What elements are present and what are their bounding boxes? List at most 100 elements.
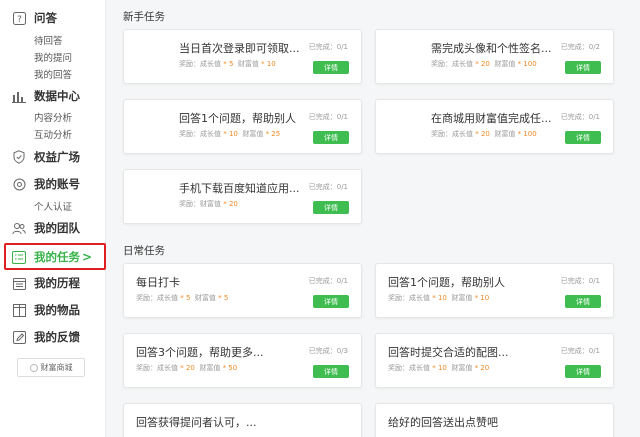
sidebar-item-my-history[interactable]: 我的历程 <box>0 271 106 295</box>
sidebar-item-qa[interactable]: ? 问答 <box>0 6 106 30</box>
reward-value: * 10 <box>261 60 276 68</box>
task-progress: 已完成：0/2 <box>560 43 600 51</box>
reward-name: 成长值 <box>409 294 430 302</box>
task-card: 回答1个问题，帮助别人 奖励：成长值 * 10 财富值 * 25 已完成：0/1… <box>123 99 362 154</box>
task-card: 回答时提交合适的配图... 奖励：成长值 * 10 财富值 * 20 已完成：0… <box>375 333 614 388</box>
sidebar-sub-my-questions[interactable]: 我的提问 <box>34 50 72 64</box>
task-card: 当日首次登录即可领取... 奖励：成长值 * 5 财富值 * 10 已完成：0/… <box>123 29 362 84</box>
reward-value: * 5 <box>180 294 191 302</box>
gear-icon <box>12 177 26 191</box>
sidebar-sub-personal-verification[interactable]: 个人认证 <box>34 199 72 213</box>
sidebar-item-my-tasks[interactable]: 我的任务 > <box>4 243 106 270</box>
sidebar-item-my-items[interactable]: 我的物品 <box>0 298 106 322</box>
reward-prefix: 奖励： <box>136 294 157 302</box>
task-title: 回答时提交合适的配图... <box>388 346 509 359</box>
reward-name: 成长值 <box>409 364 430 372</box>
sidebar-item-my-feedback[interactable]: 我的反馈 <box>0 325 106 349</box>
task-rewards: 奖励：成长值 * 5 财富值 * 10 <box>179 59 276 69</box>
box-icon <box>12 303 26 317</box>
reward-name: 财富值 <box>494 60 516 68</box>
sidebar-sub-pending-answers[interactable]: 待回答 <box>34 33 63 47</box>
task-title: 需完成头像和个性签名... <box>431 42 552 55</box>
task-details-button[interactable]: 详情 <box>313 295 349 308</box>
sidebar-item-label: 我的团队 <box>34 221 80 235</box>
question-icon: ? <box>12 11 26 25</box>
sidebar-item-label: 我的物品 <box>34 303 80 317</box>
task-title: 在商城用财富值完成任... <box>431 112 552 125</box>
task-rewards: 奖励：成长值 * 20 财富值 * 100 <box>431 129 537 139</box>
wealth-mall-button[interactable]: 财富商城 <box>17 358 85 377</box>
reward-prefix: 奖励： <box>431 130 452 138</box>
task-details-button[interactable]: 详情 <box>565 131 601 144</box>
reward-value: * 20 <box>475 60 490 68</box>
sidebar-item-label: 我的账号 <box>34 177 80 191</box>
task-rewards: 奖励：成长值 * 10 财富值 * 10 <box>388 293 489 303</box>
task-rewards: 奖励：成长值 * 20 财富值 * 100 <box>431 59 537 69</box>
task-details-button[interactable]: 详情 <box>565 365 601 378</box>
sidebar-sub-my-answers[interactable]: 我的回答 <box>34 67 72 81</box>
task-rewards: 奖励：成长值 * 10 财富值 * 20 <box>388 363 489 373</box>
sidebar-item-label: 问答 <box>34 11 57 25</box>
reward-value: * 25 <box>265 130 281 138</box>
reward-prefix: 奖励： <box>179 60 200 68</box>
section-title-daily-tasks: 日常任务 <box>123 245 165 257</box>
coin-icon <box>29 363 38 372</box>
svg-text:?: ? <box>17 15 22 25</box>
task-progress: 已完成：0/1 <box>560 347 600 355</box>
reward-name: 成长值 <box>452 60 473 68</box>
sidebar-item-my-account[interactable]: 我的账号 <box>0 172 106 196</box>
reward-name: 财富值 <box>237 60 259 68</box>
task-details-button[interactable]: 详情 <box>565 61 601 74</box>
task-card: 每日打卡 奖励：成长值 * 5 财富值 * 5 已完成：0/1 详情 <box>123 263 362 318</box>
task-card: 需完成头像和个性签名... 奖励：成长值 * 20 财富值 * 100 已完成：… <box>375 29 614 84</box>
reward-prefix: 奖励： <box>136 364 157 372</box>
reward-value: * 50 <box>222 364 238 372</box>
sidebar: ? 问答 待回答 我的提问 我的回答 数据中心 内容分析 互动分析 权益广场 我… <box>0 0 106 437</box>
task-title: 回答1个问题，帮助别人 <box>179 112 296 125</box>
sidebar-item-my-team[interactable]: 我的团队 <box>0 216 106 240</box>
sidebar-sub-content-analysis[interactable]: 内容分析 <box>34 110 72 124</box>
bar-chart-icon <box>12 89 26 103</box>
task-title: 手机下载百度知道应用... <box>179 182 300 195</box>
reward-name: 财富值 <box>451 294 473 302</box>
section-title-new-tasks: 新手任务 <box>123 11 165 23</box>
task-card: 回答1个问题，帮助别人 奖励：成长值 * 10 财富值 * 10 已完成：0/1… <box>375 263 614 318</box>
reward-value: * 10 <box>474 294 490 302</box>
sidebar-item-rights-plaza[interactable]: 权益广场 <box>0 145 106 169</box>
reward-value: * 20 <box>474 364 490 372</box>
reward-name: 财富值 <box>199 364 221 372</box>
task-details-button[interactable]: 详情 <box>313 131 349 144</box>
sidebar-item-label: 我的反馈 <box>34 330 80 344</box>
sidebar-sub-interaction-analysis[interactable]: 互动分析 <box>34 127 72 141</box>
reward-value: * 10 <box>432 294 447 302</box>
task-progress: 已完成：0/3 <box>308 347 348 355</box>
reward-name: 成长值 <box>157 364 178 372</box>
task-details-button[interactable]: 详情 <box>313 201 349 214</box>
task-title: 回答获得提问者认可，... <box>136 416 257 429</box>
sidebar-item-label: 权益广场 <box>34 150 80 164</box>
reward-value: * 10 <box>432 364 447 372</box>
task-details-button[interactable]: 详情 <box>565 295 601 308</box>
task-icon <box>12 250 26 264</box>
calendar-icon <box>12 276 26 290</box>
reward-name: 成长值 <box>200 60 221 68</box>
task-progress: 已完成：0/1 <box>560 113 600 121</box>
task-title: 回答1个问题，帮助别人 <box>388 276 505 289</box>
wealth-mall-label: 财富商城 <box>40 363 73 372</box>
reward-name: 成长值 <box>157 294 178 302</box>
sidebar-item-label: 我的任务 <box>34 249 80 264</box>
task-details-button[interactable]: 详情 <box>313 61 349 74</box>
task-rewards: 奖励：成长值 * 5 财富值 * 5 <box>136 293 228 303</box>
task-rewards: 奖励：成长值 * 10 财富值 * 25 <box>179 129 280 139</box>
task-card: 给好的回答送出点赞吧 <box>375 403 614 437</box>
task-title: 给好的回答送出点赞吧 <box>388 416 498 429</box>
sidebar-item-label: 数据中心 <box>34 89 80 103</box>
edit-icon <box>12 330 26 344</box>
sidebar-item-data-center[interactable]: 数据中心 <box>0 84 106 108</box>
task-details-button[interactable]: 详情 <box>313 365 349 378</box>
shield-icon <box>12 150 26 164</box>
reward-value: * 20 <box>475 130 490 138</box>
task-rewards: 奖励：财富值 * 20 <box>179 199 238 209</box>
app-root: ? 问答 待回答 我的提问 我的回答 数据中心 内容分析 互动分析 权益广场 我… <box>0 0 640 437</box>
reward-prefix: 奖励： <box>388 294 409 302</box>
